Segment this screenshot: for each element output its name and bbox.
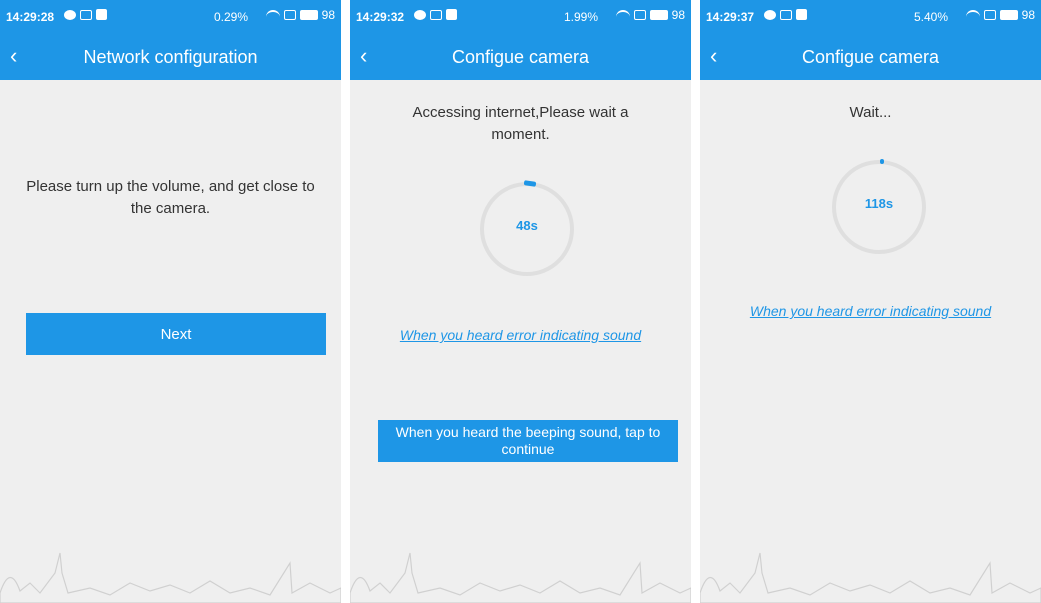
battery-level: 98 [671, 8, 685, 22]
screen-configure-camera-1: 14:29:32 1.99% 98 ‹ Configue camera Acce… [350, 0, 691, 603]
countdown-ring: 118s [832, 159, 926, 254]
screen-network-configuration: 14:29:28 0.29% 98 ‹ Network configuratio… [0, 0, 341, 603]
next-button[interactable]: Next [26, 313, 326, 355]
sim-icon [283, 10, 296, 20]
image-icon [80, 9, 92, 20]
wifi-icon [265, 9, 280, 21]
status-bar: 14:29:37 5.40% 98 [700, 0, 1041, 34]
battery-icon [999, 10, 1018, 20]
data-rate: 1.99 [564, 10, 588, 24]
error-sound-link[interactable]: When you heard error indicating sound [350, 327, 691, 343]
page-title: Network configuration [83, 47, 258, 67]
sim-icon [633, 10, 646, 20]
status-time: 14:29:28 [6, 10, 55, 24]
battery-level: 98 [1021, 8, 1035, 22]
city-skyline-decoration [350, 552, 691, 603]
data-rate: 5.40 [914, 10, 938, 24]
wifi-icon [965, 9, 980, 21]
status-message: Accessing internet,Please wait a moment. [412, 104, 629, 143]
countdown-text: 48s [516, 218, 538, 233]
app-bar: ‹ Network configuration [0, 34, 341, 80]
error-sound-link[interactable]: When you heard error indicating sound [700, 303, 1041, 319]
upload-icon [796, 9, 807, 20]
city-skyline-decoration [0, 552, 341, 603]
app-bar: ‹ Configue camera [350, 34, 691, 80]
chat-icon [414, 9, 426, 20]
battery-icon [299, 10, 318, 20]
status-message: Wait... [849, 104, 892, 121]
image-icon [780, 9, 792, 20]
screen-configure-camera-2: 14:29:37 5.40% 98 ‹ Configue camera Wait… [700, 0, 1041, 603]
sim-icon [983, 10, 996, 20]
instruction-text: Please turn up the volume, and get close… [26, 178, 315, 217]
status-bar: 14:29:28 0.29% 98 [0, 0, 341, 34]
image-icon [430, 9, 442, 20]
status-time: 14:29:32 [356, 10, 405, 24]
battery-level: 98 [321, 8, 335, 22]
progress-tick [523, 180, 537, 187]
page-title: Configue camera [801, 47, 940, 67]
wifi-icon [615, 9, 630, 21]
chat-icon [764, 9, 776, 20]
progress-tick [880, 159, 884, 164]
battery-icon [649, 10, 668, 20]
status-bar: 14:29:32 1.99% 98 [350, 0, 691, 34]
countdown-text: 118s [864, 196, 894, 211]
city-skyline-decoration [700, 552, 1041, 603]
upload-icon [96, 9, 107, 20]
continue-button[interactable]: When you heard the beeping sound, tap to… [378, 420, 678, 462]
upload-icon [446, 9, 457, 20]
page-title: Configue camera [451, 47, 590, 67]
status-time: 14:29:37 [706, 10, 755, 24]
chat-icon [64, 9, 76, 20]
countdown-ring: 48s [480, 180, 574, 276]
data-rate: 0.29 [214, 10, 238, 24]
app-bar: ‹ Configue camera [700, 34, 1041, 80]
